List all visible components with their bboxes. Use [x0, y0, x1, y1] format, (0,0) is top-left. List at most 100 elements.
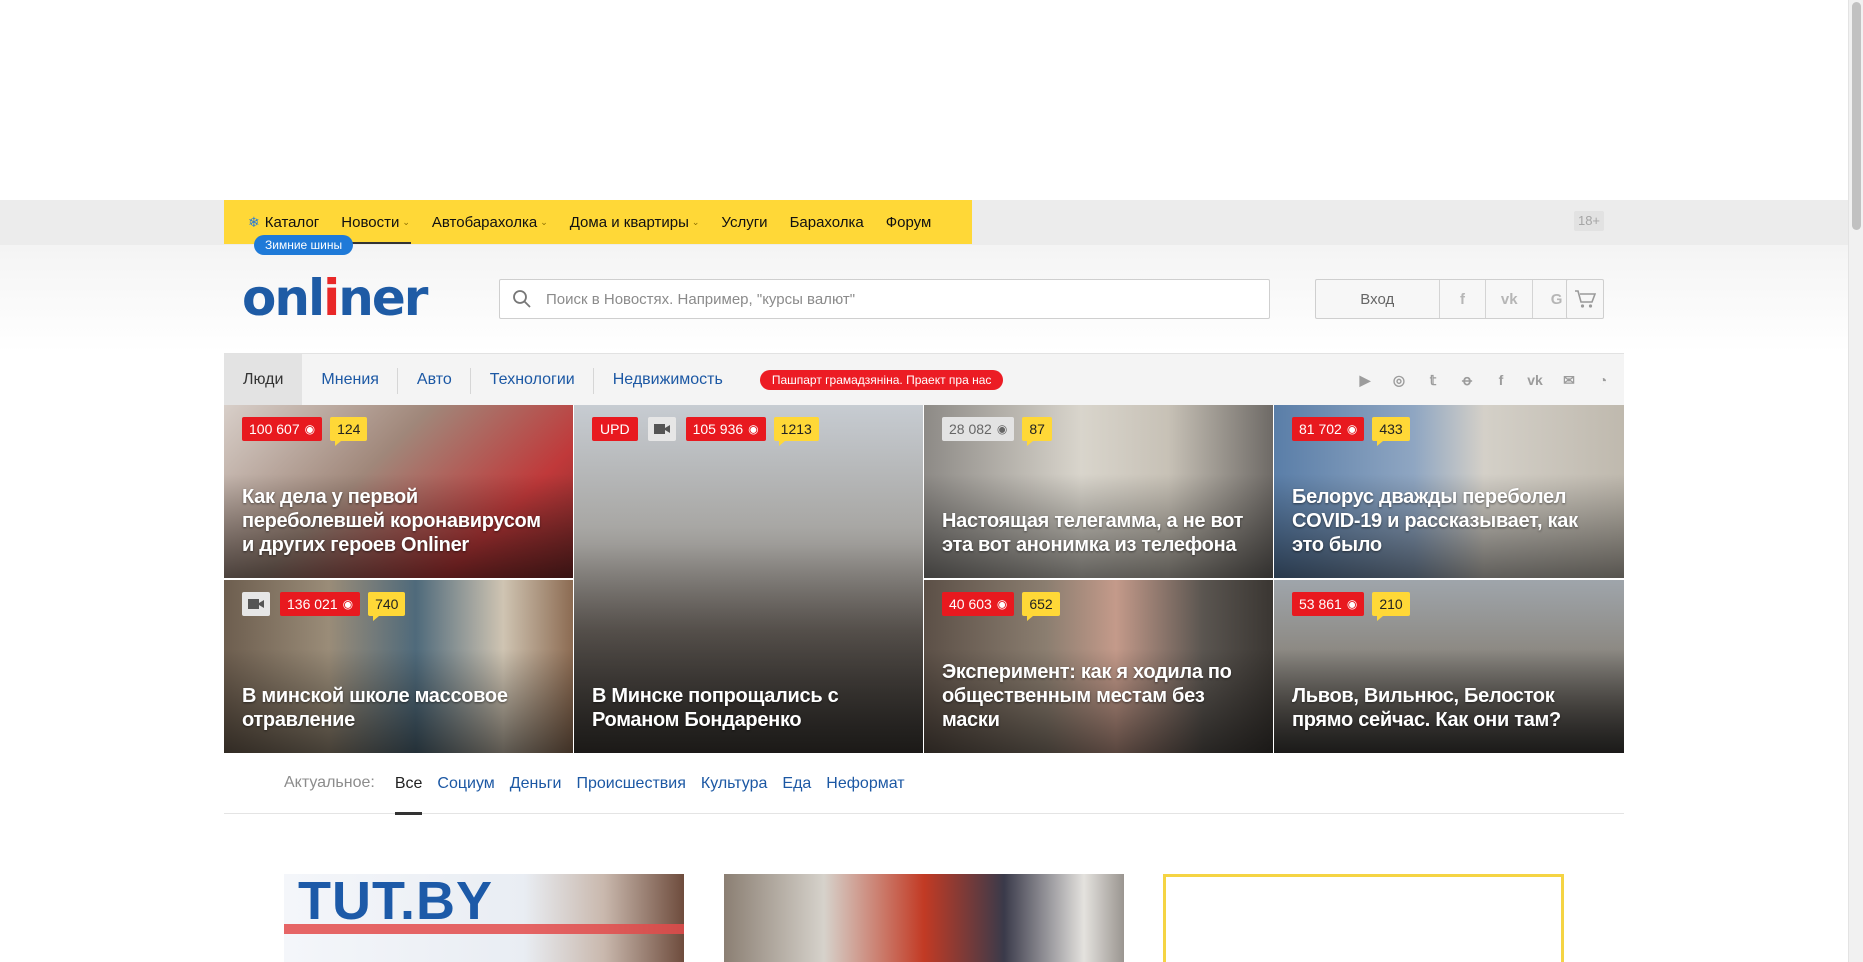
chevron-down-icon: ⌄: [540, 216, 548, 227]
comments-badge: 210: [1372, 592, 1410, 621]
news-tile[interactable]: 28 082 ◉ 87 Настоящая телегамма, а не вот…: [924, 405, 1273, 578]
comments-badge: 87: [1022, 417, 1052, 446]
topic-culture[interactable]: Культура: [701, 753, 768, 814]
topics-bar: Актуальное: Все Социум Деньги Происшеств…: [224, 753, 1624, 815]
nav-news[interactable]: Новости ⌄: [341, 214, 410, 231]
instagram-icon[interactable]: ◎: [1390, 372, 1408, 389]
special-project-pill[interactable]: Пашпарт грамадзяніна. Праект пра нас: [759, 369, 1004, 390]
eye-icon: ◉: [1346, 597, 1358, 611]
top-ad-area: [0, 0, 1848, 200]
news-title: Львов, Вильнюс, Белосток прямо сейчас. К…: [1292, 685, 1561, 731]
topic-informal[interactable]: Неформат: [826, 753, 904, 814]
views-badge: 105 936 ◉: [685, 417, 766, 441]
eye-icon: ◉: [304, 422, 316, 436]
nav-auto-label: Автобарахолка: [431, 213, 538, 231]
cart-button[interactable]: [1566, 279, 1604, 319]
chevron-down-icon: ⌄: [402, 216, 410, 227]
winter-tires-promo[interactable]: Зимние шины: [254, 235, 354, 255]
topic-food[interactable]: Еда: [782, 753, 811, 814]
news-tile[interactable]: UPD 105 936 ◉ 1213 В Минске попрощались с…: [574, 405, 923, 753]
search-input[interactable]: [546, 290, 1246, 308]
chevron-down-icon: ⌄: [691, 216, 700, 227]
views-badge: 40 603 ◉: [942, 592, 1015, 616]
eye-icon: ◉: [996, 422, 1008, 436]
comments-badge: 433: [1372, 417, 1410, 446]
scrollbar-thumb[interactable]: [1852, 2, 1861, 230]
news-tile[interactable]: 136 021 ◉ 740 В минской школе массовое от…: [224, 580, 573, 753]
nav-catalog[interactable]: ❄ Каталог: [248, 214, 319, 231]
topics-label: Актуальное:: [284, 774, 375, 791]
login-button[interactable]: Вход: [1316, 280, 1440, 318]
topic-money[interactable]: Деньги: [510, 753, 562, 814]
news-title: Эксперимент: как я ходила по общественны…: [942, 661, 1232, 731]
news-card[interactable]: TUT.BY: [284, 874, 684, 962]
nav-active-indicator: [351, 242, 411, 244]
tab-opinions[interactable]: Мнения: [302, 354, 398, 406]
views-badge: 136 021 ◉: [280, 592, 361, 616]
comments-badge: 652: [1022, 592, 1060, 621]
tab-tech[interactable]: Технологии: [471, 354, 594, 406]
nav-realty[interactable]: Дома и квартиры ⌄: [570, 214, 700, 231]
nav-news-label: Новости: [341, 213, 400, 231]
advertisement-box: [1163, 874, 1564, 962]
comments-badge: 740: [368, 592, 406, 621]
nav-realty-label: Дома и квартиры: [569, 213, 689, 231]
tab-auto[interactable]: Авто: [398, 354, 471, 406]
news-card[interactable]: [724, 874, 1124, 962]
news-tile[interactable]: 100 607 ◉ 124 Как дела у первой переболев…: [224, 405, 573, 578]
odnoklassniki-icon[interactable]: ꝋ: [1458, 372, 1476, 389]
nav-services-label: Услуги: [721, 213, 768, 231]
vk-icon[interactable]: vk: [1526, 372, 1544, 388]
facebook-login-icon[interactable]: f: [1440, 280, 1487, 318]
views-badge: 28 082 ◉: [942, 417, 1015, 441]
nav-forum-label: Форум: [885, 213, 932, 231]
eye-icon: ◉: [996, 597, 1008, 611]
views-badge: 100 607 ◉: [242, 417, 323, 441]
facebook-icon[interactable]: f: [1492, 372, 1510, 388]
twitter-icon[interactable]: 𝕥: [1424, 372, 1442, 389]
video-camera-icon: [647, 417, 676, 441]
views-badge: 53 861 ◉: [1292, 592, 1365, 616]
news-tile[interactable]: 53 861 ◉ 210 Львов, Вильнюс, Белосток пря…: [1274, 580, 1624, 753]
auth-panel: Вход f vk G: [1315, 279, 1581, 319]
vk-login-icon[interactable]: vk: [1486, 280, 1534, 318]
page-scrollbar[interactable]: [1848, 0, 1863, 962]
social-links: ▶ ◎ 𝕥 ꝋ f vk ✉ ◔: [1340, 354, 1612, 406]
comments-badge: 1213: [773, 417, 819, 446]
news-title: Настоящая телегамма, а не вот эта вот ан…: [942, 510, 1244, 556]
news-title: Белорус дважды переболел COVID-19 и расс…: [1292, 486, 1578, 556]
rss-icon[interactable]: ◔: [1594, 372, 1612, 388]
nav-auto[interactable]: Автобарахолка ⌄: [432, 214, 548, 231]
news-grid: 100 607 ◉ 124 Как дела у первой переболев…: [224, 405, 1624, 753]
eye-icon: ◉: [748, 422, 759, 436]
news-tile[interactable]: 81 702 ◉ 433 Белорус дважды переболел COV…: [1274, 405, 1624, 578]
age-badge: 18+: [1574, 211, 1604, 231]
topic-all[interactable]: Все: [394, 753, 422, 815]
tab-people[interactable]: Люди: [224, 353, 303, 406]
cart-icon: [1575, 290, 1596, 308]
nav-catalog-label: Каталог: [264, 213, 320, 231]
youtube-icon[interactable]: ▶: [1356, 372, 1374, 389]
nav-baraholka-label: Барахолка: [789, 213, 864, 231]
search-box[interactable]: [499, 279, 1270, 319]
nav-baraholka[interactable]: Барахолка: [790, 214, 864, 231]
news-title: В Минске попрощались с Романом Бондаренк…: [592, 685, 839, 731]
section-navigation: Люди Мнения Авто Технологии Недвижимость…: [224, 353, 1624, 406]
mail-icon[interactable]: ✉: [1560, 372, 1578, 389]
news-title: Как дела у первой переболевшей коронавир…: [242, 486, 541, 556]
news-title: В минской школе массовое отравление: [242, 685, 508, 731]
nav-services[interactable]: Услуги: [721, 214, 767, 231]
snowflake-icon: ❄: [248, 213, 260, 230]
upd-badge: UPD: [592, 417, 638, 441]
nav-forum[interactable]: Форум: [886, 214, 932, 231]
search-icon: [513, 290, 531, 308]
views-badge: 81 702 ◉: [1292, 417, 1365, 441]
topic-incidents[interactable]: Происшествия: [576, 753, 685, 814]
topic-society[interactable]: Социум: [437, 753, 494, 814]
tab-realty[interactable]: Недвижимость: [594, 354, 742, 406]
comments-badge: 124: [330, 417, 368, 446]
video-camera-icon: [242, 592, 270, 616]
eye-icon: ◉: [342, 597, 354, 611]
onliner-logo[interactable]: onliner: [242, 268, 428, 328]
news-tile[interactable]: 40 603 ◉ 652 Эксперимент: как я ходила по…: [924, 580, 1273, 753]
